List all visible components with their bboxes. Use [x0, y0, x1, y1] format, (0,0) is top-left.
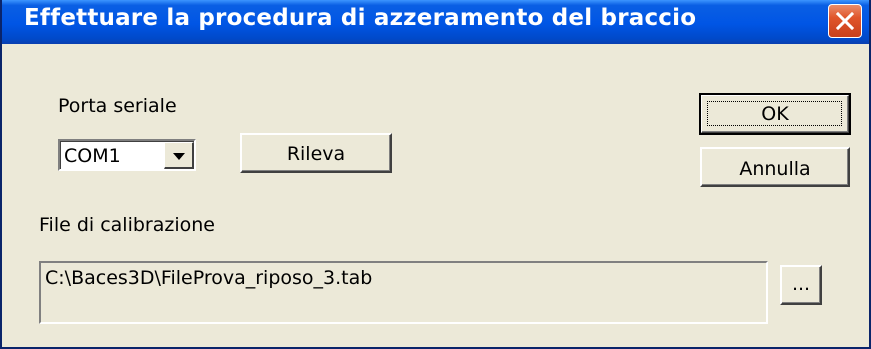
cancel-button-label: Annulla [739, 158, 811, 180]
calibration-file-label: File di calibrazione [39, 214, 215, 236]
window-title: Effettuare la procedura di azzeramento d… [24, 5, 697, 31]
detect-button-label: Rileva [286, 143, 346, 165]
dialog-window: Effettuare la procedura di azzeramento d… [0, 0, 871, 349]
ok-button-label: OK [761, 103, 789, 125]
chevron-down-icon [173, 153, 185, 160]
calibration-file-path-field[interactable]: C:\Baces3D\FileProva_riposo_3.tab [39, 261, 768, 324]
title-bar[interactable]: Effettuare la procedura di azzeramento d… [2, 0, 869, 44]
serial-port-value: COM1 [64, 145, 121, 167]
detect-button[interactable]: Rileva [240, 133, 392, 173]
serial-port-label: Porta seriale [58, 95, 177, 117]
browse-button-label: ... [791, 273, 811, 295]
cancel-button[interactable]: Annulla [700, 147, 850, 187]
calibration-file-path: C:\Baces3D\FileProva_riposo_3.tab [45, 267, 373, 289]
close-button[interactable] [828, 4, 862, 38]
dropdown-button[interactable] [164, 142, 194, 169]
serial-port-select[interactable]: COM1 [58, 139, 196, 171]
browse-button[interactable]: ... [780, 265, 822, 305]
close-icon [836, 12, 854, 30]
ok-button[interactable]: OK [699, 93, 851, 135]
